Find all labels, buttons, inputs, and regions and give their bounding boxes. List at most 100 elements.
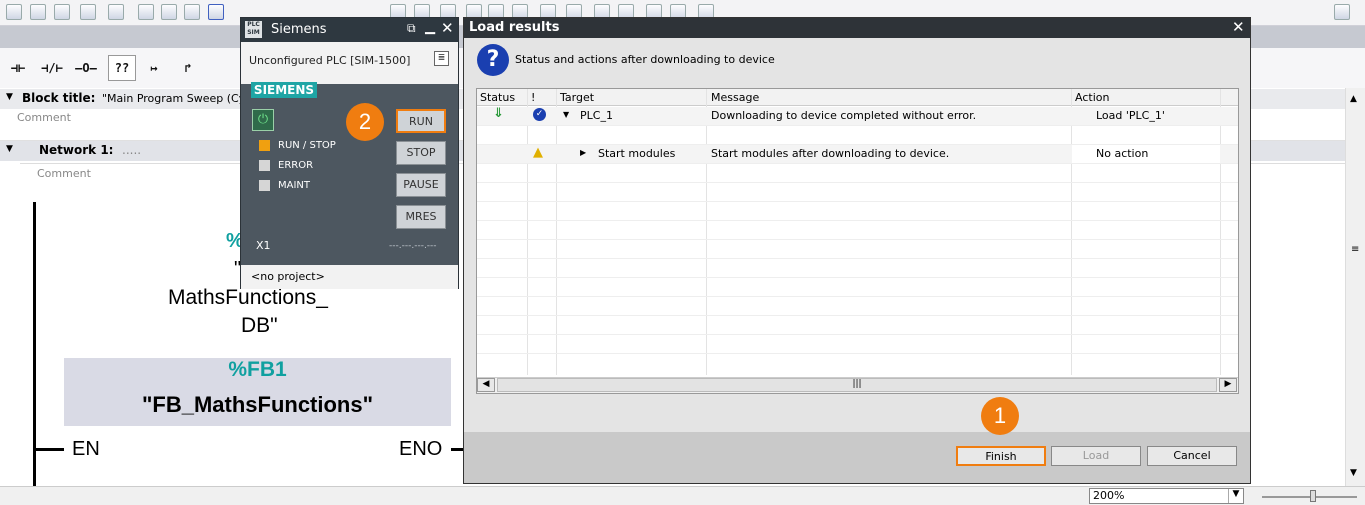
toolbar-icon-3[interactable] bbox=[54, 4, 70, 20]
plcsim-subtitle: Unconfigured PLC [SIM-1500] bbox=[249, 54, 411, 67]
expand-down-icon[interactable]: ▼ bbox=[563, 110, 569, 119]
maint-led bbox=[259, 180, 270, 191]
empty-box-icon[interactable]: ?? bbox=[108, 55, 136, 81]
error-label: ERROR bbox=[278, 160, 314, 171]
scroll-grip-icon[interactable]: ≡ bbox=[1351, 244, 1359, 255]
table-hscrollbar[interactable]: ◀ ||| ▶ bbox=[477, 377, 1238, 393]
project-view-icon[interactable]: ≣ bbox=[434, 51, 449, 66]
coil-icon[interactable]: –O– bbox=[72, 55, 100, 81]
block-title-label: Block title: bbox=[22, 91, 96, 105]
row2-target: Start modules bbox=[598, 147, 676, 160]
load-results-dialog: Load results ✕ ? Status and actions afte… bbox=[463, 17, 1251, 484]
dialog-title: Load results bbox=[469, 20, 560, 35]
x1-label: X1 bbox=[256, 239, 271, 252]
scroll-down-icon[interactable]: ▼ bbox=[1350, 468, 1357, 478]
error-led bbox=[259, 160, 270, 171]
instance-db-name-line2[interactable]: DB" bbox=[241, 314, 278, 338]
col-message[interactable]: Message bbox=[711, 91, 759, 104]
download-status-icon: ⇓ bbox=[493, 106, 504, 121]
row1-message: Downloading to device completed without … bbox=[711, 109, 977, 122]
instance-db-name-line1[interactable]: MathsFunctions_ bbox=[168, 286, 328, 310]
no-contact-icon[interactable]: ⊣⊢ bbox=[4, 55, 32, 81]
pause-button[interactable]: PAUSE bbox=[396, 173, 446, 197]
expand-right-icon[interactable]: ▶ bbox=[580, 148, 586, 157]
fb-name: "FB_MathsFunctions" bbox=[141, 392, 374, 417]
toolbar-icon-8[interactable] bbox=[184, 4, 200, 20]
network-comment-placeholder: Comment bbox=[37, 167, 91, 180]
scroll-right-icon[interactable]: ▶ bbox=[1219, 378, 1237, 392]
scroll-thumb[interactable]: ||| bbox=[497, 378, 1217, 392]
network-title-placeholder[interactable]: ..... bbox=[122, 143, 141, 157]
load-button[interactable]: Load bbox=[1051, 446, 1141, 466]
collapse-icon[interactable]: ▼ bbox=[6, 92, 13, 102]
table-row[interactable]: ⇓ ✓ ▼ PLC_1 Downloading to device comple… bbox=[477, 106, 1238, 125]
zoom-dropdown-icon[interactable]: ▼ bbox=[1228, 489, 1243, 503]
question-icon: ? bbox=[477, 44, 509, 76]
scroll-up-icon[interactable]: ▲ bbox=[1350, 94, 1357, 104]
run-stop-label: RUN / STOP bbox=[278, 140, 336, 151]
en-wire bbox=[36, 448, 64, 451]
project-status: <no project> bbox=[251, 270, 325, 283]
row1-action[interactable]: Load 'PLC_1' bbox=[1096, 109, 1165, 122]
warning-icon: ▲ bbox=[533, 145, 543, 160]
mres-button[interactable]: MRES bbox=[396, 205, 446, 229]
row2-message: Start modules after downloading to devic… bbox=[711, 147, 950, 160]
plcsim-logo-icon: PLC SIM bbox=[245, 21, 262, 38]
finish-button[interactable]: Finish bbox=[956, 446, 1046, 466]
open-branch-icon[interactable]: ↦ bbox=[140, 55, 168, 81]
fb-block[interactable]: %FB1 "FB_MathsFunctions" EN ENO bbox=[64, 358, 451, 460]
plcsim-footer: <no project> bbox=[241, 265, 458, 289]
block-comment-placeholder: Comment bbox=[17, 111, 71, 124]
ip-address: ---.---.---.--- bbox=[389, 241, 437, 251]
restore-icon[interactable]: ⧉ bbox=[407, 21, 416, 36]
toolbar-icon-9[interactable] bbox=[208, 4, 224, 20]
dialog-heading: Status and actions after downloading to … bbox=[515, 53, 775, 66]
table-row[interactable]: ▲ ▶ Start modules Start modules after do… bbox=[477, 145, 1238, 163]
check-warning-icon: ✓ bbox=[533, 108, 546, 121]
power-icon[interactable]: ⏻ bbox=[252, 109, 274, 131]
minimize-icon[interactable]: ▁ bbox=[425, 20, 435, 35]
toolbar-icon-right[interactable] bbox=[1334, 4, 1350, 20]
fb-number: %FB1 bbox=[228, 358, 287, 381]
row1-target: PLC_1 bbox=[580, 109, 613, 122]
toolbar-icon-5[interactable] bbox=[108, 4, 124, 20]
run-button[interactable]: RUN bbox=[396, 109, 446, 133]
col-alert[interactable]: ! bbox=[531, 91, 535, 104]
plcsim-window: PLC SIM Siemens ⧉ ▁ ✕ Unconfigured PLC [… bbox=[240, 17, 459, 289]
col-action[interactable]: Action bbox=[1075, 91, 1109, 104]
table-header: Status ! Target Message Action bbox=[477, 89, 1238, 106]
toolbar-icon-4[interactable] bbox=[80, 4, 96, 20]
siemens-logo: SIEMENS bbox=[251, 82, 317, 98]
close-icon[interactable]: ✕ bbox=[441, 19, 454, 37]
maint-label: MAINT bbox=[278, 180, 311, 191]
block-title-value[interactable]: "Main Program Sweep (Cy bbox=[102, 92, 245, 105]
dialog-close-icon[interactable]: ✕ bbox=[1232, 18, 1245, 36]
vertical-scrollbar[interactable]: ▲ ≡ ▼ bbox=[1345, 88, 1365, 486]
toolbar-icon-7[interactable] bbox=[161, 4, 177, 20]
toolbar-icon-1[interactable] bbox=[6, 4, 22, 20]
zoom-select[interactable]: 200% bbox=[1089, 488, 1244, 504]
toolbar-icon-6[interactable] bbox=[138, 4, 154, 20]
collapse-network-icon[interactable]: ▼ bbox=[6, 144, 13, 154]
en-pin: EN bbox=[72, 438, 100, 460]
results-table: Status ! Target Message Action ⇓ ✓ ▼ PLC… bbox=[476, 88, 1239, 394]
plcsim-titlebar[interactable]: PLC SIM Siemens ⧉ ▁ ✕ bbox=[241, 18, 458, 42]
run-stop-led bbox=[259, 140, 270, 151]
plcsim-title: Siemens bbox=[271, 22, 327, 37]
toolbar-icon-2[interactable] bbox=[30, 4, 46, 20]
step-badge-2: 2 bbox=[346, 103, 384, 141]
close-branch-icon[interactable]: ↱ bbox=[174, 55, 202, 81]
plcsim-header: Unconfigured PLC [SIM-1500] ≣ bbox=[241, 42, 458, 84]
dialog-titlebar[interactable]: Load results ✕ bbox=[464, 18, 1250, 38]
step-badge-1: 1 bbox=[981, 397, 1019, 435]
row2-action-cell[interactable]: No action bbox=[1072, 145, 1220, 163]
stop-button[interactable]: STOP bbox=[396, 141, 446, 165]
col-target[interactable]: Target bbox=[560, 91, 594, 104]
zoom-slider-thumb[interactable] bbox=[1310, 490, 1316, 502]
col-status[interactable]: Status bbox=[480, 91, 515, 104]
scroll-left-icon[interactable]: ◀ bbox=[477, 378, 495, 392]
nc-contact-icon[interactable]: ⊣/⊢ bbox=[38, 55, 66, 81]
network-label: Network 1: bbox=[39, 143, 114, 157]
row2-action[interactable]: No action bbox=[1096, 147, 1148, 160]
cancel-button[interactable]: Cancel bbox=[1147, 446, 1237, 466]
